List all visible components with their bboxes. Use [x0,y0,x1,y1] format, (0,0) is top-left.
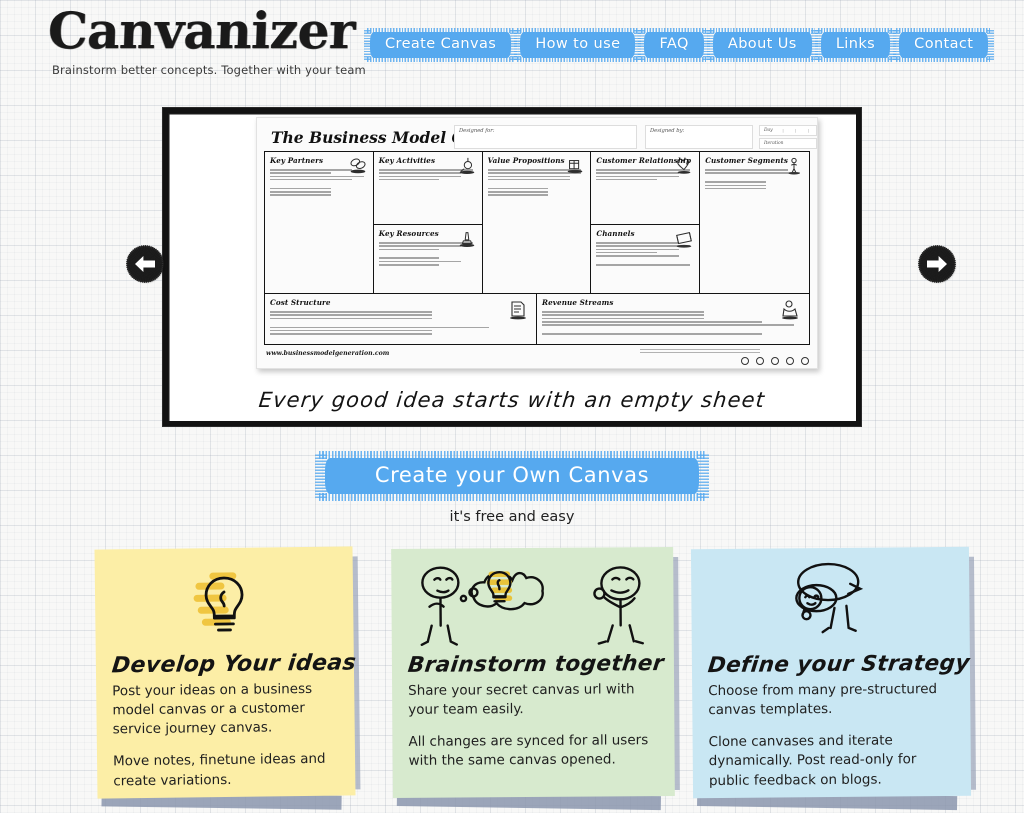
block-title: Revenue Streams [542,298,614,308]
note-define-your-strategy[interactable]: Define your Strategy Choose from many pr… [690,546,977,811]
nav-label: Links [835,36,876,52]
note-paragraph: Share your secret canvas url with your t… [408,681,635,719]
canvas-block-key-resources[interactable]: Key Resources [373,224,483,295]
iteration-label: Iteration [764,141,784,146]
canvas-block-revenue-streams[interactable]: Revenue Streams [537,294,809,344]
block-title: Value Propositions [487,156,565,165]
two-people-thought-bubble-icon [407,559,658,653]
by-icon [755,357,764,365]
designed-by-field[interactable]: Designed by: [645,125,753,149]
designed-for-label: Designed for: [459,128,495,134]
nav-item-create-canvas[interactable]: Create Canvas [364,28,518,62]
cta-label: Create your Own Canvas [374,463,650,487]
creative-commons-icons [739,348,809,367]
block-title: Channels [596,228,635,238]
arrow-left-icon[interactable] [126,245,164,283]
note-paragraph: All changes are synced for all users wit… [408,732,649,770]
canvas-block-key-partners[interactable]: Key Partners [265,152,374,295]
note-paragraph: Post your ideas on a business model canv… [112,680,313,738]
cta-subtext: it's free and easy [449,509,575,525]
note-title: Brainstorm together [406,651,666,678]
business-model-canvas-image[interactable]: The Business Model Canvas Designed for: … [256,117,818,369]
block-title: Customer Segments [705,156,789,165]
iteration-field[interactable]: Iteration [759,138,817,149]
note-brainstorm-together[interactable]: Brainstorm together Share your secret ca… [391,547,680,811]
site-tagline: Brainstorm better concepts. Together wit… [52,63,366,77]
designed-by-label: Designed by: [650,128,685,134]
note-paragraph: Choose from many pre-structured canvas t… [708,681,938,719]
nav-item-faq[interactable]: FAQ [638,28,710,62]
nd-icon [785,357,794,365]
nav-item-links[interactable]: Links [814,28,897,62]
canvas-block-value-propositions[interactable]: Value Propositions [482,152,592,295]
cc-icon [740,357,749,365]
person-magnifying-glass-icon [707,559,954,653]
canvas-footer: www.businessmodelgeneration.com [264,347,810,365]
arrow-right-icon[interactable] [918,245,956,283]
cta-section: Create your Own Canvas it's free and eas… [0,451,1024,525]
sa-icon [770,357,779,365]
block-title: Cost Structure [270,298,331,308]
slider-slogan: Every good idea starts with an empty she… [257,388,767,412]
note-develop-your-ideas[interactable]: Develop Your ideas Post your ideas on a … [94,546,361,810]
site-logo[interactable]: Canvanizer [47,1,356,60]
nav-item-about-us[interactable]: About Us [706,28,818,62]
canvas-block-cost-structure[interactable]: Cost Structure [265,294,537,344]
note-title: Define your Strategy [706,650,972,679]
main-navigation: Create Canvas How to use FAQ About Us Li… [364,28,995,66]
canvas-block-key-activities[interactable]: Key Activities [373,152,483,225]
nav-label: About Us [727,36,797,52]
nav-label: Create Canvas [385,36,497,52]
canvas-footer-url[interactable]: www.businessmodelgeneration.com [266,350,389,357]
day-label: Day [764,128,773,133]
note-paragraph: Move notes, finetune ideas and create va… [112,751,326,789]
designed-for-field[interactable]: Designed for: [454,125,637,149]
nav-item-contact[interactable]: Contact [893,28,995,62]
nav-item-how-to-use[interactable]: How to use [514,28,642,62]
canvas-header: The Business Model Canvas Designed for: … [264,124,817,154]
canvas-grid: Key Partners Key Activities Value Propos… [264,151,810,345]
nav-label: Contact [914,36,974,52]
info-icon [801,357,809,365]
canvas-block-customer-segments[interactable]: Customer Segments [700,152,809,295]
block-title: Key Activities [378,156,436,165]
site-header: Canvanizer Brainstorm better concepts. T… [0,0,1024,96]
canvas-block-channels[interactable]: Channels [591,224,701,295]
block-title: Key Partners [270,156,324,165]
create-own-canvas-button[interactable]: Create your Own Canvas [314,451,710,501]
nav-label: How to use [535,36,621,52]
block-title: Key Resources [378,228,439,238]
note-title: Develop Your ideas [110,650,358,679]
canvas-block-customer-relationship[interactable]: Customer Relationship [591,152,701,225]
lightbulb-icon [111,559,338,654]
day-field[interactable]: Day | | | [759,125,817,136]
nav-label: FAQ [659,36,689,52]
note-paragraph: Clone canvases and iterate dynamically. … [708,732,917,789]
canvas-slider[interactable]: The Business Model Canvas Designed for: … [163,108,861,426]
